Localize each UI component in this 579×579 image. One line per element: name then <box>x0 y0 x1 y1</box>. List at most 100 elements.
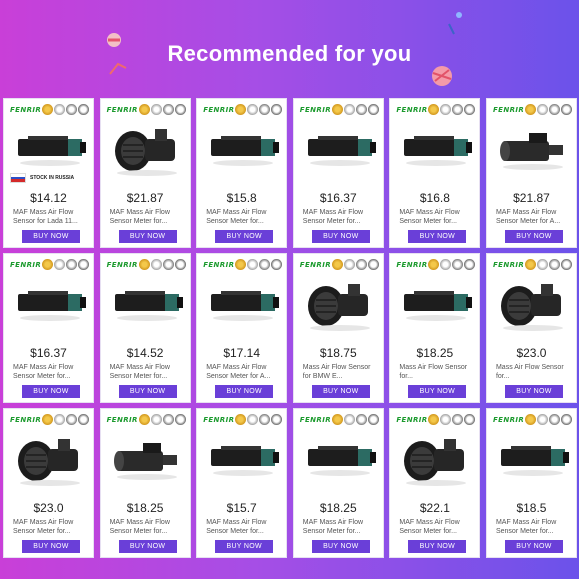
warranty-icon <box>54 259 65 270</box>
product-card[interactable]: FENRIR $23.0 MAF Mass Air Flow Sensor Me… <box>3 408 94 558</box>
product-title[interactable]: Mass Air Flow Sensor for... <box>496 363 572 381</box>
buy-now-button[interactable]: BUY NOW <box>215 385 274 398</box>
buy-now-button[interactable]: BUY NOW <box>22 230 80 243</box>
product-title[interactable]: MAF Mass Air Flow Sensor Meter for A... <box>206 363 282 381</box>
quality-seal-icon <box>331 259 343 270</box>
product-title[interactable]: MAF Mass Air Flow Sensor Meter for... <box>303 518 379 536</box>
quality-seal-icon <box>138 414 150 425</box>
product-title[interactable]: MAF Mass Air Flow Sensor Meter for... <box>303 208 379 226</box>
product-image[interactable] <box>396 119 476 177</box>
product-card[interactable]: FENRIR $18.25 Mass Air Flow Sensor for..… <box>389 253 481 403</box>
certified-icon <box>66 259 77 270</box>
confetti-decoration-icon <box>448 12 462 35</box>
product-image[interactable] <box>300 119 380 177</box>
warranty-icon <box>343 259 355 270</box>
product-title[interactable]: MAF Mass Air Flow Sensor Meter for... <box>206 518 282 536</box>
product-title[interactable]: MAF Mass Air Flow Sensor for Lada 11... <box>13 208 89 226</box>
product-card[interactable]: FENRIR $18.5 MAF Mass Air Flow Sensor Me… <box>485 408 577 558</box>
product-title[interactable]: MAF Mass Air Flow Sensor Meter for... <box>110 363 186 381</box>
product-image[interactable] <box>300 274 380 332</box>
product-title[interactable]: MAF Mass Air Flow Sensor Meter for... <box>110 208 186 226</box>
product-card[interactable]: FENRIR $15.8 MAF Mass Air Flow Sensor Me… <box>196 98 288 248</box>
product-card[interactable]: FENRIR $22.1 MAF Mass Air Flow Sensor Me… <box>389 408 481 558</box>
buy-now-button[interactable]: BUY NOW <box>311 540 370 553</box>
product-card[interactable]: FENRIR $16.37 MAF Mass Air Flow Sensor M… <box>3 253 94 403</box>
product-title[interactable]: MAF Mass Air Flow Sensor Meter for... <box>399 518 475 536</box>
product-card[interactable]: FENRIR $18.75 Mass Air Flow Sensor for B… <box>292 253 384 403</box>
quality-seal-icon <box>235 104 247 115</box>
quality-seal-icon <box>428 104 440 115</box>
product-title[interactable]: MAF Mass Air Flow Sensor Meter for... <box>13 363 89 381</box>
product-title[interactable]: Mass Air Flow Sensor for... <box>399 363 475 381</box>
warranty-icon <box>343 414 355 425</box>
quality-seal-icon <box>331 414 343 425</box>
product-title[interactable]: MAF Mass Air Flow Sensor Meter for A... <box>496 208 572 226</box>
product-title[interactable]: Mass Air Flow Sensor for BMW E... <box>303 363 379 381</box>
product-image[interactable] <box>493 429 573 487</box>
quality-seal-icon <box>42 259 53 270</box>
product-title[interactable]: MAF Mass Air Flow Sensor Meter for... <box>110 518 186 536</box>
buy-now-button[interactable]: BUY NOW <box>311 230 370 243</box>
product-image[interactable] <box>396 274 476 332</box>
product-title[interactable]: MAF Mass Air Flow Sensor Meter for... <box>13 518 89 536</box>
recycle-icon <box>271 104 283 115</box>
recycle-icon <box>464 104 476 115</box>
product-image[interactable] <box>10 119 90 177</box>
product-card[interactable]: FENRIR $15.7 MAF Mass Air Flow Sensor Me… <box>196 408 288 558</box>
quality-seal-icon <box>428 259 440 270</box>
product-card[interactable]: FENRIR $16.8 MAF Mass Air Flow Sensor Me… <box>389 98 481 248</box>
brand-logo: FENRIR <box>492 106 525 114</box>
product-card[interactable]: FENRIR $23.0 Mass Air Flow Sensor for...… <box>485 253 577 403</box>
buy-now-button[interactable]: BUY NOW <box>118 385 177 398</box>
product-card[interactable]: FENRIR $21.87 MAF Mass Air Flow Sensor M… <box>485 98 577 248</box>
brand-logo: FENRIR <box>299 416 331 424</box>
product-image[interactable] <box>203 119 283 177</box>
brand-logo: FENRIR <box>203 106 235 114</box>
buy-now-button[interactable]: BUY NOW <box>408 540 467 553</box>
product-image[interactable] <box>493 274 573 332</box>
recycle-icon <box>560 104 572 115</box>
product-image[interactable] <box>203 429 283 487</box>
buy-now-button[interactable]: BUY NOW <box>215 230 274 243</box>
buy-now-button[interactable]: BUY NOW <box>504 385 563 398</box>
product-card[interactable]: FENRIR $18.25 MAF Mass Air Flow Sensor M… <box>99 408 191 558</box>
buy-now-button[interactable]: BUY NOW <box>504 230 563 243</box>
buy-now-button[interactable]: BUY NOW <box>504 540 563 553</box>
product-image[interactable] <box>107 274 187 332</box>
buy-now-button[interactable]: BUY NOW <box>408 230 467 243</box>
product-image[interactable] <box>493 119 573 177</box>
buy-now-button[interactable]: BUY NOW <box>118 540 177 553</box>
buy-now-button[interactable]: BUY NOW <box>22 540 80 553</box>
product-card[interactable]: FENRIR $18.25 MAF Mass Air Flow Sensor M… <box>292 408 384 558</box>
product-card[interactable]: FENRIR $17.14 MAF Mass Air Flow Sensor M… <box>196 253 288 403</box>
product-card[interactable]: FENRIR $14.52 MAF Mass Air Flow Sensor M… <box>99 253 191 403</box>
brand-logo: FENRIR <box>10 261 42 269</box>
buy-now-button[interactable]: BUY NOW <box>118 230 177 243</box>
product-image[interactable] <box>10 274 90 332</box>
recycle-icon <box>560 259 572 270</box>
product-card[interactable]: FENRIR $16.37 MAF Mass Air Flow Sensor M… <box>292 98 384 248</box>
certification-icons <box>331 104 379 115</box>
buy-now-button[interactable]: BUY NOW <box>22 385 80 398</box>
warranty-icon <box>247 414 259 425</box>
product-title[interactable]: MAF Mass Air Flow Sensor Meter for... <box>399 208 475 226</box>
stock-location-text: STOCK IN RUSSIA <box>30 175 75 181</box>
product-title[interactable]: MAF Mass Air Flow Sensor Meter for... <box>206 208 282 226</box>
certification-icons <box>138 414 186 425</box>
buy-now-button[interactable]: BUY NOW <box>215 540 274 553</box>
product-card[interactable]: FENRIR $21.87 MAF Mass Air Flow Sensor M… <box>99 98 191 248</box>
warranty-icon <box>536 414 548 425</box>
recycle-icon <box>174 259 186 270</box>
product-image[interactable] <box>396 429 476 487</box>
product-card[interactable]: FENRIR $14.12 MAF Mass Air Flow Sensor f… <box>3 98 94 248</box>
product-image[interactable] <box>203 274 283 332</box>
product-image[interactable] <box>10 429 90 487</box>
brand-logo: FENRIR <box>396 261 428 269</box>
quality-seal-icon <box>138 104 150 115</box>
product-image[interactable] <box>300 429 380 487</box>
buy-now-button[interactable]: BUY NOW <box>408 385 467 398</box>
product-title[interactable]: MAF Mass Air Flow Sensor Meter for... <box>496 518 572 536</box>
product-image[interactable] <box>107 429 187 487</box>
buy-now-button[interactable]: BUY NOW <box>311 385 370 398</box>
product-image[interactable] <box>107 119 187 177</box>
